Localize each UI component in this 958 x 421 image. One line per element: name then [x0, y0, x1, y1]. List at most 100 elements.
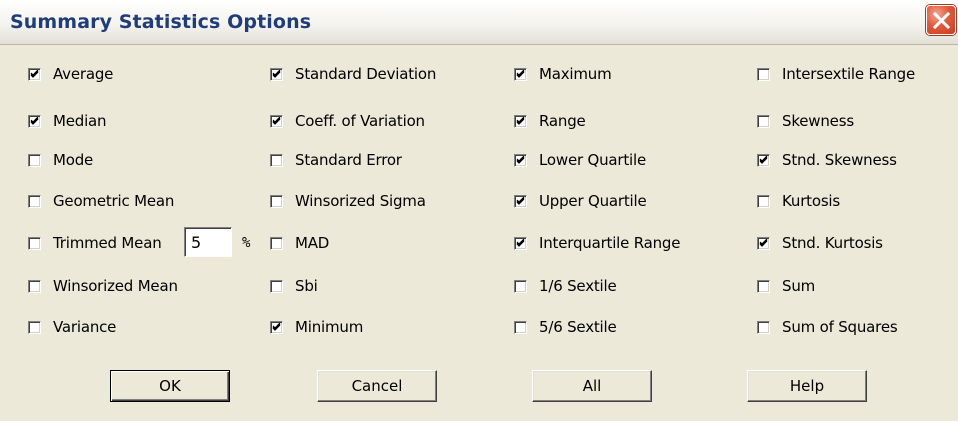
mad-label: MAD [295, 234, 330, 252]
stnd-skewness-checkbox[interactable] [757, 153, 770, 167]
trimmed-mean-checkbox[interactable] [28, 236, 41, 250]
checkmark-icon [516, 116, 525, 125]
winsorized-mean-label: Winsorized Mean [53, 277, 178, 295]
option-stnd-kurtosis[interactable]: Stnd. Kurtosis [757, 232, 883, 254]
maximum-label: Maximum [539, 65, 612, 83]
upper-quartile-label: Upper Quartile [539, 192, 647, 210]
standard-deviation-checkbox[interactable] [270, 67, 283, 81]
checkmark-icon [516, 155, 525, 164]
percent-label: % [242, 235, 251, 251]
average-checkbox[interactable] [28, 67, 41, 81]
kurtosis-checkbox[interactable] [757, 194, 770, 208]
skewness-checkbox[interactable] [757, 114, 770, 128]
minimum-label: Minimum [295, 318, 364, 336]
title-bar: Summary Statistics Options [0, 0, 958, 45]
help-button[interactable]: Help [747, 370, 867, 402]
option-mad[interactable]: MAD [270, 232, 329, 254]
skewness-label: Skewness [782, 112, 854, 130]
standard-error-checkbox[interactable] [270, 153, 283, 167]
option-skewness[interactable]: Skewness [757, 110, 854, 132]
median-label: Median [53, 112, 107, 130]
sbi-checkbox[interactable] [270, 279, 283, 293]
mode-label: Mode [53, 151, 94, 169]
option-winsorized-mean[interactable]: Winsorized Mean [28, 275, 178, 297]
1-6-sextile-checkbox[interactable] [514, 279, 527, 293]
option-kurtosis[interactable]: Kurtosis [757, 190, 840, 212]
variance-label: Variance [53, 318, 117, 336]
minimum-checkbox[interactable] [270, 320, 283, 334]
option-lower-quartile[interactable]: Lower Quartile [514, 149, 646, 171]
option-sbi[interactable]: Sbi [270, 275, 318, 297]
winsorized-mean-checkbox[interactable] [28, 279, 41, 293]
variance-checkbox[interactable] [28, 320, 41, 334]
lower-quartile-checkbox[interactable] [514, 153, 527, 167]
all-button[interactable]: All [532, 370, 652, 402]
option-median[interactable]: Median [28, 110, 107, 132]
coeff-of-variation-label: Coeff. of Variation [295, 112, 425, 130]
option-minimum[interactable]: Minimum [270, 316, 363, 338]
stnd-skewness-label: Stnd. Skewness [782, 151, 897, 169]
5-6-sextile-label: 5/6 Sextile [539, 318, 617, 336]
kurtosis-label: Kurtosis [782, 192, 841, 210]
standard-deviation-label: Standard Deviation [295, 65, 437, 83]
option-sum[interactable]: Sum [757, 275, 815, 297]
average-label: Average [53, 65, 114, 83]
geometric-mean-checkbox[interactable] [28, 194, 41, 208]
checkmark-icon [272, 322, 281, 331]
trimmed-mean-percent-input[interactable] [184, 227, 232, 257]
option-variance[interactable]: Variance [28, 316, 116, 338]
winsorized-sigma-checkbox[interactable] [270, 194, 283, 208]
option-1-6-sextile[interactable]: 1/6 Sextile [514, 275, 617, 297]
mode-checkbox[interactable] [28, 153, 41, 167]
option-mode[interactable]: Mode [28, 149, 93, 171]
checkmark-icon [759, 238, 768, 247]
interquartile-range-label: Interquartile Range [539, 234, 681, 252]
sum-of-squares-checkbox[interactable] [757, 320, 770, 334]
upper-quartile-checkbox[interactable] [514, 194, 527, 208]
cancel-button[interactable]: Cancel [317, 370, 437, 402]
checkmark-icon [759, 155, 768, 164]
range-label: Range [539, 112, 586, 130]
option-5-6-sextile[interactable]: 5/6 Sextile [514, 316, 617, 338]
option-maximum[interactable]: Maximum [514, 63, 612, 85]
close-button[interactable] [926, 5, 956, 35]
checkmark-icon [30, 69, 39, 78]
option-geometric-mean[interactable]: Geometric Mean [28, 190, 174, 212]
mad-checkbox[interactable] [270, 236, 283, 250]
winsorized-sigma-label: Winsorized Sigma [295, 192, 426, 210]
interquartile-range-checkbox[interactable] [514, 236, 527, 250]
option-range[interactable]: Range [514, 110, 586, 132]
intersextile-range-checkbox[interactable] [757, 67, 770, 81]
option-trimmed-mean[interactable]: Trimmed Mean [28, 232, 162, 254]
coeff-of-variation-checkbox[interactable] [270, 114, 283, 128]
1-6-sextile-label: 1/6 Sextile [539, 277, 617, 295]
checkmark-icon [516, 238, 525, 247]
stnd-kurtosis-checkbox[interactable] [757, 236, 770, 250]
option-average[interactable]: Average [28, 63, 113, 85]
option-standard-error[interactable]: Standard Error [270, 149, 402, 171]
intersextile-range-label: Intersextile Range [782, 65, 916, 83]
ok-button[interactable]: OK [110, 370, 230, 402]
option-winsorized-sigma[interactable]: Winsorized Sigma [270, 190, 426, 212]
checkmark-icon [516, 69, 525, 78]
dialog-title: Summary Statistics Options [10, 11, 312, 33]
checkmark-icon [272, 116, 281, 125]
range-checkbox[interactable] [514, 114, 527, 128]
option-upper-quartile[interactable]: Upper Quartile [514, 190, 647, 212]
sum-checkbox[interactable] [757, 279, 770, 293]
sum-label: Sum [782, 277, 816, 295]
maximum-checkbox[interactable] [514, 67, 527, 81]
option-coeff-of-variation[interactable]: Coeff. of Variation [270, 110, 425, 132]
checkmark-icon [30, 116, 39, 125]
median-checkbox[interactable] [28, 114, 41, 128]
option-stnd-skewness[interactable]: Stnd. Skewness [757, 149, 897, 171]
5-6-sextile-checkbox[interactable] [514, 320, 527, 334]
geometric-mean-label: Geometric Mean [53, 192, 175, 210]
option-interquartile-range[interactable]: Interquartile Range [514, 232, 680, 254]
option-intersextile-range[interactable]: Intersextile Range [757, 63, 915, 85]
sbi-label: Sbi [295, 277, 318, 295]
option-standard-deviation[interactable]: Standard Deviation [270, 63, 436, 85]
standard-error-label: Standard Error [295, 151, 402, 169]
option-sum-of-squares[interactable]: Sum of Squares [757, 316, 898, 338]
stnd-kurtosis-label: Stnd. Kurtosis [782, 234, 883, 252]
